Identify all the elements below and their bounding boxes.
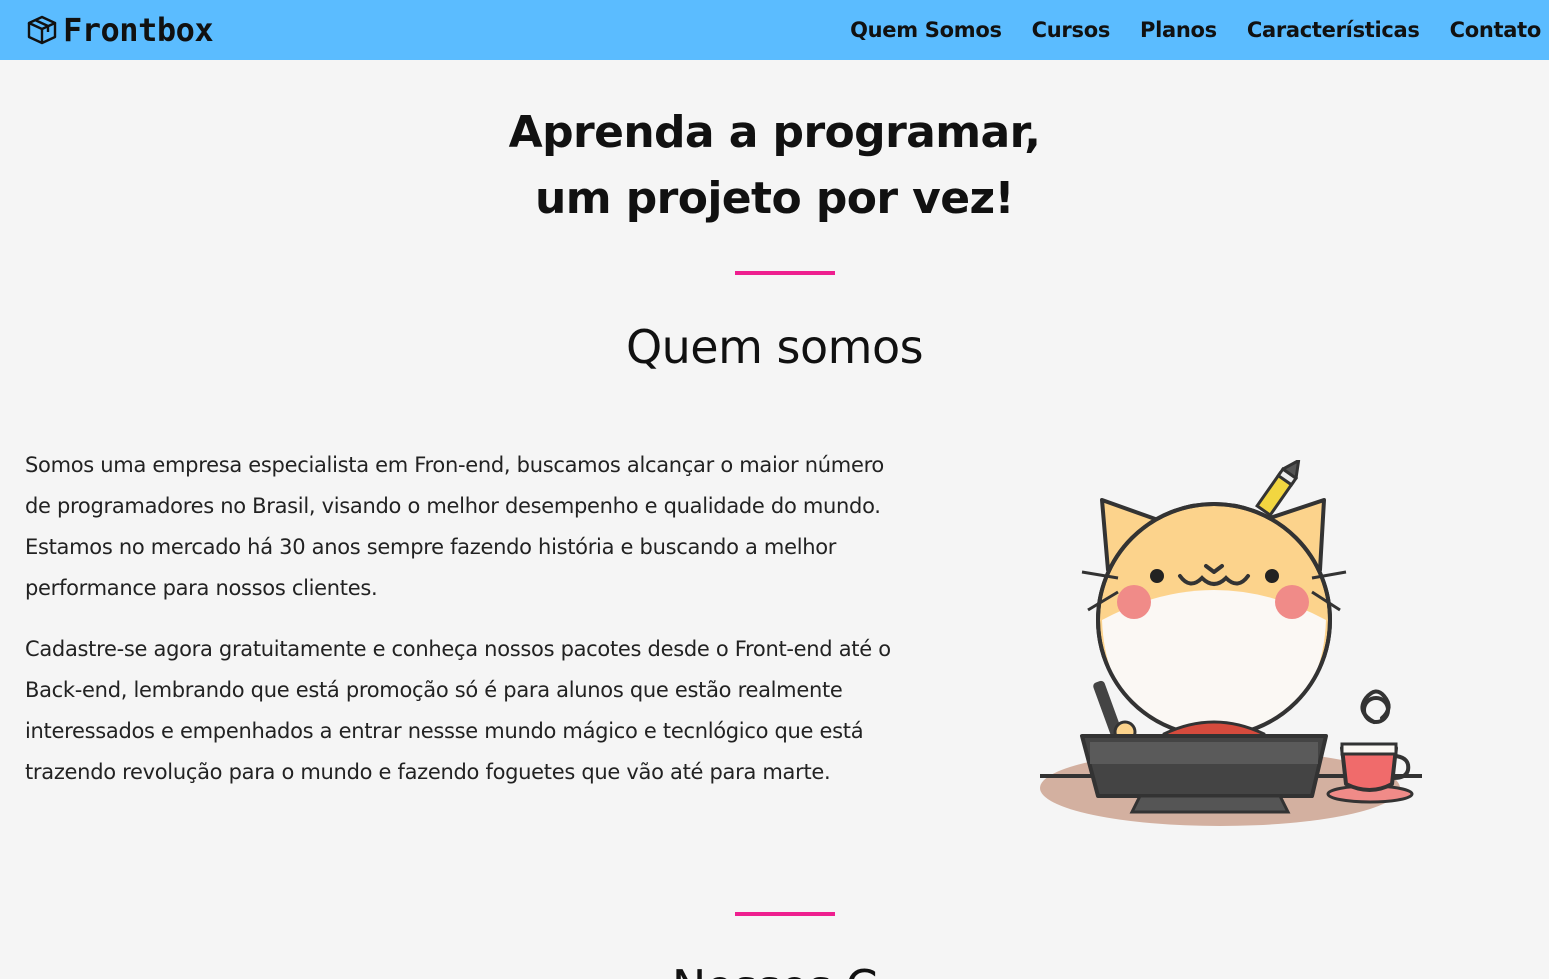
cat-at-tablet-image xyxy=(1040,459,1422,826)
brand-logo[interactable]: Frontbox xyxy=(25,10,214,50)
cat-illustration xyxy=(1030,459,1430,840)
about-text: Somos uma empresa especialista em Fron-e… xyxy=(25,445,915,813)
about-section-title: Quem somos xyxy=(625,320,924,374)
hero-section: Aprenda a programar, um projeto por vez! xyxy=(0,100,1549,232)
top-navbar: Frontbox Quem Somos Cursos Planos Caract… xyxy=(0,0,1549,60)
nav-link-caracteristicas[interactable]: Características xyxy=(1247,18,1420,42)
hero-line-1: Aprenda a programar, xyxy=(508,107,1041,158)
hero-line-2: um projeto por vez! xyxy=(535,173,1015,224)
nav-link-quem-somos[interactable]: Quem Somos xyxy=(850,18,1002,42)
about-paragraph-2: Cadastre-se agora gratuitamente e conheç… xyxy=(25,637,891,784)
courses-section-title: Nossos C xyxy=(0,960,1549,979)
nav-link-planos[interactable]: Planos xyxy=(1140,18,1217,42)
hero-heading: Aprenda a programar, um projeto por vez! xyxy=(0,100,1549,232)
section-divider xyxy=(735,271,835,275)
about-paragraph-1: Somos uma empresa especialista em Fron-e… xyxy=(25,453,884,600)
box-icon xyxy=(27,15,57,45)
nav-link-cursos[interactable]: Cursos xyxy=(1032,18,1111,42)
main-nav: Quem Somos Cursos Planos Características… xyxy=(820,0,1541,60)
nav-link-contato[interactable]: Contato xyxy=(1450,18,1542,42)
brand-name: Frontbox xyxy=(63,11,214,49)
section-divider-2 xyxy=(735,912,835,916)
